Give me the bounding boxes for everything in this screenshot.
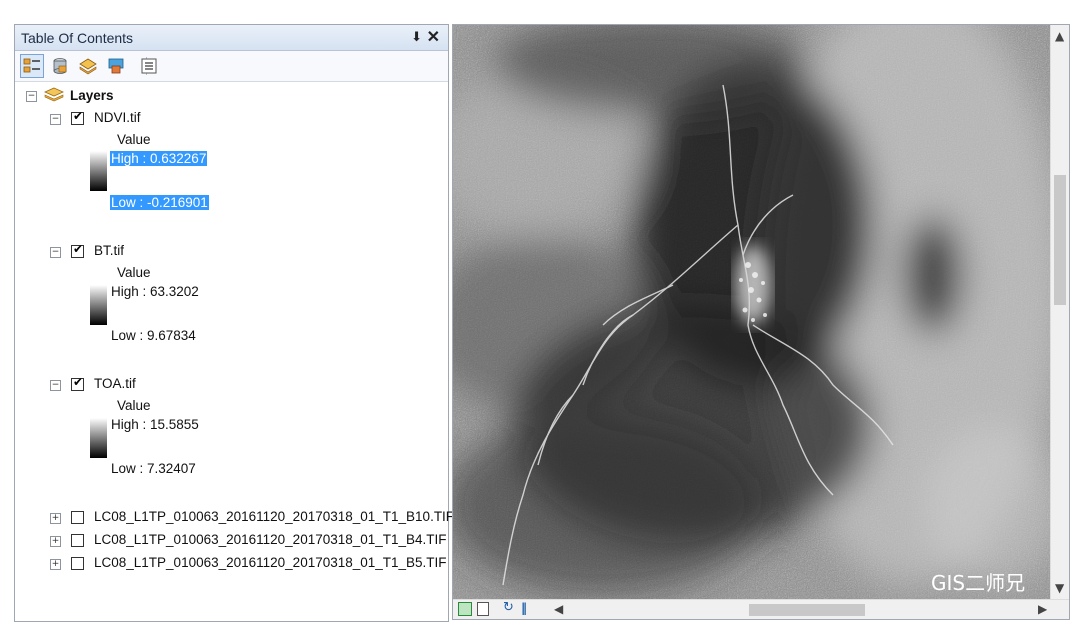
list-by-source-icon (53, 58, 67, 74)
layers-root-label[interactable]: Layers (70, 88, 114, 103)
toa-collapse-toggle[interactable]: − (50, 380, 61, 391)
options-icon (141, 58, 157, 74)
check-mark-icon: ✔ (73, 375, 84, 389)
layer-name-b5[interactable]: LC08_L1TP_010063_20161120_20170318_01_T1… (94, 555, 447, 570)
toc-title: Table Of Contents (21, 30, 134, 46)
scroll-left-arrow-icon[interactable]: ◀ (554, 602, 563, 616)
layer-name-toa[interactable]: TOA.tif (94, 376, 136, 391)
b5-expand-toggle[interactable]: + (50, 559, 61, 570)
b10-visibility-checkbox[interactable] (71, 511, 84, 524)
vertical-scroll-thumb[interactable] (1054, 175, 1066, 305)
data-view-icon[interactable] (458, 602, 472, 616)
options-button[interactable] (137, 54, 161, 78)
toa-value-field-label: Value (117, 398, 151, 413)
vertical-scrollbar[interactable]: ▲ ▼ (1050, 25, 1069, 600)
table-of-contents-panel: Table Of Contents ⬇ ✕ − Layers − ✔ NDVI.… (14, 24, 454, 622)
scroll-down-arrow-icon[interactable]: ▼ (1055, 581, 1064, 595)
check-mark-icon: ✔ (73, 109, 84, 123)
toa-low-label: Low : 7.32407 (111, 461, 196, 476)
list-by-source-button[interactable] (48, 54, 72, 78)
toc-title-bar: Table Of Contents ⬇ ✕ (15, 25, 448, 51)
map-canvas[interactable]: GIS二师兄 (453, 25, 1051, 600)
close-icon[interactable]: ✕ (427, 27, 440, 47)
b4-expand-toggle[interactable]: + (50, 536, 61, 547)
watermark: GIS二师兄 (931, 571, 1025, 595)
ndvi-value-field-label: Value (117, 132, 151, 147)
list-by-visibility-button[interactable] (76, 54, 100, 78)
layout-view-icon[interactable] (477, 602, 489, 616)
layer-name-b10[interactable]: LC08_L1TP_010063_20161120_20170318_01_T1… (94, 509, 454, 524)
toc-tree: − Layers − ✔ NDVI.tif Value High : 0.632… (15, 82, 454, 621)
layer-name-ndvi[interactable]: NDVI.tif (94, 110, 141, 125)
ndvi-color-ramp[interactable] (90, 151, 107, 191)
toa-high-label: High : 15.5855 (111, 417, 199, 432)
scroll-up-arrow-icon[interactable]: ▲ (1055, 29, 1064, 43)
ndvi-visibility-checkbox[interactable]: ✔ (71, 109, 84, 125)
layers-collapse-toggle[interactable]: − (26, 91, 37, 102)
bt-visibility-checkbox[interactable]: ✔ (71, 242, 84, 258)
layer-name-b4[interactable]: LC08_L1TP_010063_20161120_20170318_01_T1… (94, 532, 447, 547)
b4-visibility-checkbox[interactable] (71, 534, 84, 547)
ndvi-high-label: High : 0.632267 (110, 151, 208, 166)
refresh-icon[interactable]: ↻ (503, 600, 514, 615)
bt-low-label: Low : 9.67834 (111, 328, 196, 343)
map-data-view: GIS二师兄 ▲ ▼ ↻ ‖ ◀ ▶ (452, 24, 1070, 620)
list-by-drawing-order-button[interactable] (20, 54, 44, 78)
pin-icon[interactable]: ⬇ (411, 29, 422, 45)
b10-expand-toggle[interactable]: + (50, 513, 61, 524)
map-bottom-bar: ↻ ‖ ◀ ▶ (453, 599, 1069, 619)
scroll-right-arrow-icon[interactable]: ▶ (1038, 602, 1047, 616)
list-by-selection-button[interactable] (104, 54, 128, 78)
list-by-drawing-order-icon (23, 58, 40, 73)
pause-icon[interactable]: ‖ (521, 601, 527, 615)
bt-value-field-label: Value (117, 265, 151, 280)
raster-image: GIS二师兄 (453, 25, 1051, 600)
layer-name-bt[interactable]: BT.tif (94, 243, 124, 258)
ndvi-low-label: Low : -0.216901 (110, 195, 209, 210)
toa-visibility-checkbox[interactable]: ✔ (71, 375, 84, 391)
b5-visibility-checkbox[interactable] (71, 557, 84, 570)
bt-collapse-toggle[interactable]: − (50, 247, 61, 258)
toa-color-ramp[interactable] (90, 418, 107, 458)
bt-color-ramp[interactable] (90, 285, 107, 325)
list-by-selection-icon (108, 58, 124, 74)
layers-icon (44, 87, 64, 102)
horizontal-scroll-thumb[interactable] (749, 604, 865, 616)
ndvi-collapse-toggle[interactable]: − (50, 114, 61, 125)
check-mark-icon: ✔ (73, 242, 84, 256)
list-by-visibility-icon (79, 58, 97, 75)
toc-toolbar (15, 51, 448, 82)
bt-high-label: High : 63.3202 (111, 284, 199, 299)
